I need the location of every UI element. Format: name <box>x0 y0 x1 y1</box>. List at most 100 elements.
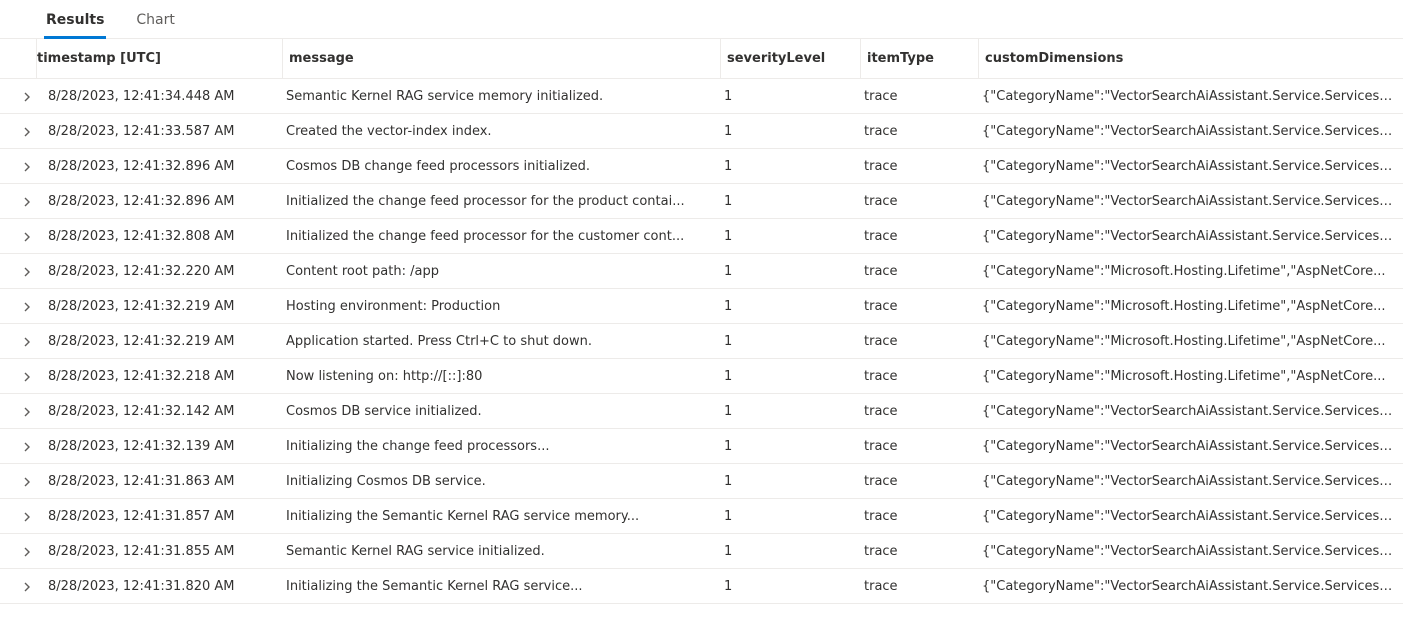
cell-message: Semantic Kernel RAG service memory initi… <box>282 89 720 104</box>
expand-toggle[interactable] <box>0 371 36 381</box>
header-customdimensions[interactable]: customDimensions <box>978 39 1403 78</box>
cell-message: Content root path: /app <box>282 264 720 279</box>
cell-customdimensions: {"CategoryName":"Microsoft.Hosting.Lifet… <box>978 334 1403 349</box>
cell-timestamp: 8/28/2023, 12:41:32.139 AM <box>36 439 282 454</box>
expand-toggle[interactable] <box>0 511 36 521</box>
table-row[interactable]: 8/28/2023, 12:41:32.896 AMCosmos DB chan… <box>0 149 1403 184</box>
header-message[interactable]: message <box>282 39 720 78</box>
expand-toggle[interactable] <box>0 91 36 101</box>
table-row[interactable]: 8/28/2023, 12:41:31.863 AMInitializing C… <box>0 464 1403 499</box>
cell-timestamp: 8/28/2023, 12:41:32.142 AM <box>36 404 282 419</box>
table-header-row: timestamp [UTC] message severityLevel it… <box>0 39 1403 79</box>
cell-severitylevel: 1 <box>720 404 860 419</box>
cell-severitylevel: 1 <box>720 264 860 279</box>
cell-message: Initialized the change feed processor fo… <box>282 229 720 244</box>
chevron-right-icon <box>22 91 32 101</box>
cell-customdimensions: {"CategoryName":"Microsoft.Hosting.Lifet… <box>978 299 1403 314</box>
cell-itemtype: trace <box>860 89 978 104</box>
results-table: timestamp [UTC] message severityLevel it… <box>0 39 1403 604</box>
cell-customdimensions: {"CategoryName":"VectorSearchAiAssistant… <box>978 474 1403 489</box>
expand-toggle[interactable] <box>0 161 36 171</box>
chevron-right-icon <box>22 406 32 416</box>
cell-message: Cosmos DB change feed processors initial… <box>282 159 720 174</box>
expand-toggle[interactable] <box>0 196 36 206</box>
table-row[interactable]: 8/28/2023, 12:41:32.142 AMCosmos DB serv… <box>0 394 1403 429</box>
cell-itemtype: trace <box>860 124 978 139</box>
table-row[interactable]: 8/28/2023, 12:41:33.587 AMCreated the ve… <box>0 114 1403 149</box>
cell-severitylevel: 1 <box>720 579 860 594</box>
chevron-right-icon <box>22 441 32 451</box>
cell-timestamp: 8/28/2023, 12:41:31.857 AM <box>36 509 282 524</box>
expand-toggle[interactable] <box>0 441 36 451</box>
cell-customdimensions: {"CategoryName":"VectorSearchAiAssistant… <box>978 229 1403 244</box>
tab-results[interactable]: Results <box>44 8 106 38</box>
table-row[interactable]: 8/28/2023, 12:41:32.219 AMApplication st… <box>0 324 1403 359</box>
expand-toggle[interactable] <box>0 301 36 311</box>
cell-message: Created the vector-index index. <box>282 124 720 139</box>
chevron-right-icon <box>22 196 32 206</box>
chevron-right-icon <box>22 476 32 486</box>
expand-toggle[interactable] <box>0 581 36 591</box>
cell-timestamp: 8/28/2023, 12:41:31.863 AM <box>36 474 282 489</box>
cell-timestamp: 8/28/2023, 12:41:32.218 AM <box>36 369 282 384</box>
table-row[interactable]: 8/28/2023, 12:41:32.218 AMNow listening … <box>0 359 1403 394</box>
tab-chart[interactable]: Chart <box>134 8 176 38</box>
header-timestamp[interactable]: timestamp [UTC] <box>36 39 282 78</box>
cell-severitylevel: 1 <box>720 509 860 524</box>
cell-message: Hosting environment: Production <box>282 299 720 314</box>
cell-timestamp: 8/28/2023, 12:41:32.896 AM <box>36 194 282 209</box>
cell-message: Initializing Cosmos DB service. <box>282 474 720 489</box>
cell-message: Cosmos DB service initialized. <box>282 404 720 419</box>
chevron-right-icon <box>22 546 32 556</box>
cell-customdimensions: {"CategoryName":"Microsoft.Hosting.Lifet… <box>978 264 1403 279</box>
chevron-right-icon <box>22 336 32 346</box>
cell-timestamp: 8/28/2023, 12:41:32.219 AM <box>36 334 282 349</box>
expand-toggle[interactable] <box>0 336 36 346</box>
expand-toggle[interactable] <box>0 126 36 136</box>
expand-toggle[interactable] <box>0 231 36 241</box>
table-row[interactable]: 8/28/2023, 12:41:31.857 AMInitializing t… <box>0 499 1403 534</box>
cell-customdimensions: {"CategoryName":"VectorSearchAiAssistant… <box>978 404 1403 419</box>
expand-toggle[interactable] <box>0 406 36 416</box>
cell-message: Application started. Press Ctrl+C to shu… <box>282 334 720 349</box>
cell-itemtype: trace <box>860 299 978 314</box>
cell-message: Semantic Kernel RAG service initialized. <box>282 544 720 559</box>
cell-itemtype: trace <box>860 194 978 209</box>
expand-toggle[interactable] <box>0 476 36 486</box>
table-row[interactable]: 8/28/2023, 12:41:32.139 AMInitializing t… <box>0 429 1403 464</box>
cell-itemtype: trace <box>860 334 978 349</box>
table-row[interactable]: 8/28/2023, 12:41:31.820 AMInitializing t… <box>0 569 1403 604</box>
table-row[interactable]: 8/28/2023, 12:41:34.448 AMSemantic Kerne… <box>0 79 1403 114</box>
cell-customdimensions: {"CategoryName":"VectorSearchAiAssistant… <box>978 194 1403 209</box>
header-severitylevel[interactable]: severityLevel <box>720 39 860 78</box>
cell-severitylevel: 1 <box>720 194 860 209</box>
chevron-right-icon <box>22 581 32 591</box>
cell-message: Now listening on: http://[::]:80 <box>282 369 720 384</box>
cell-severitylevel: 1 <box>720 89 860 104</box>
table-row[interactable]: 8/28/2023, 12:41:32.808 AMInitialized th… <box>0 219 1403 254</box>
cell-timestamp: 8/28/2023, 12:41:32.896 AM <box>36 159 282 174</box>
tab-bar: Results Chart <box>0 0 1403 39</box>
table-row[interactable]: 8/28/2023, 12:41:32.220 AMContent root p… <box>0 254 1403 289</box>
cell-severitylevel: 1 <box>720 474 860 489</box>
expand-toggle[interactable] <box>0 266 36 276</box>
table-row[interactable]: 8/28/2023, 12:41:31.855 AMSemantic Kerne… <box>0 534 1403 569</box>
cell-customdimensions: {"CategoryName":"Microsoft.Hosting.Lifet… <box>978 369 1403 384</box>
table-row[interactable]: 8/28/2023, 12:41:32.896 AMInitialized th… <box>0 184 1403 219</box>
cell-itemtype: trace <box>860 439 978 454</box>
chevron-right-icon <box>22 371 32 381</box>
cell-customdimensions: {"CategoryName":"VectorSearchAiAssistant… <box>978 579 1403 594</box>
cell-customdimensions: {"CategoryName":"VectorSearchAiAssistant… <box>978 509 1403 524</box>
cell-customdimensions: {"CategoryName":"VectorSearchAiAssistant… <box>978 544 1403 559</box>
expand-toggle[interactable] <box>0 546 36 556</box>
cell-timestamp: 8/28/2023, 12:41:32.219 AM <box>36 299 282 314</box>
cell-timestamp: 8/28/2023, 12:41:34.448 AM <box>36 89 282 104</box>
cell-message: Initializing the change feed processors.… <box>282 439 720 454</box>
cell-timestamp: 8/28/2023, 12:41:32.808 AM <box>36 229 282 244</box>
cell-timestamp: 8/28/2023, 12:41:31.855 AM <box>36 544 282 559</box>
cell-timestamp: 8/28/2023, 12:41:33.587 AM <box>36 124 282 139</box>
cell-itemtype: trace <box>860 404 978 419</box>
table-row[interactable]: 8/28/2023, 12:41:32.219 AMHosting enviro… <box>0 289 1403 324</box>
cell-itemtype: trace <box>860 229 978 244</box>
header-itemtype[interactable]: itemType <box>860 39 978 78</box>
